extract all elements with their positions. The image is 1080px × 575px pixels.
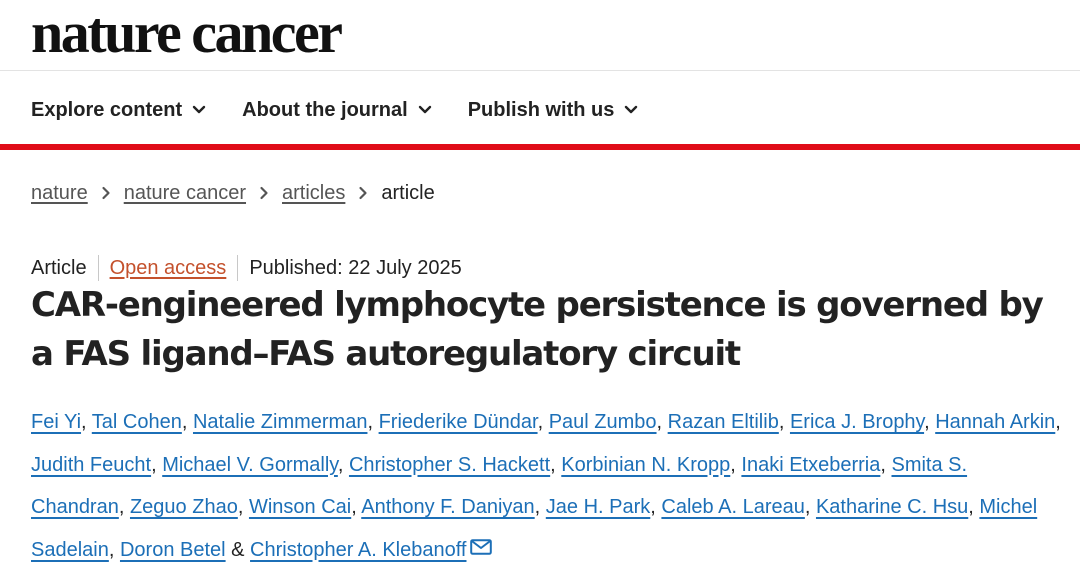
chevron-right-icon [101,186,111,200]
author-separator: & [225,538,251,561]
author-separator: , [237,496,249,518]
chevron-right-icon [259,186,269,200]
published-date: Published: 22 July 2025 [249,256,462,279]
logo-bar: nature cancer [0,0,1080,71]
author-separator: , [924,411,936,433]
author-separator: , [550,453,562,476]
nav-about-the-journal[interactable]: About the journal [242,99,432,122]
author-link[interactable]: Friederike Dündar [379,411,538,433]
accent-rule [0,144,1080,150]
article-meta: Article Open access Published: 22 July 2… [31,254,462,282]
author-link[interactable]: Anthony F. Daniyan [361,496,534,518]
breadcrumb-nature[interactable]: nature [31,182,88,205]
author-separator: , [880,453,892,476]
author-link[interactable]: Tal Cohen [92,411,182,433]
article-title: CAR-engineered lymphocyte persistence is… [31,285,1044,374]
author-separator: , [537,411,549,433]
author-link[interactable]: Korbinian N. Kropp [561,454,730,476]
author-link[interactable]: Fei Yi [31,411,81,433]
author-link[interactable]: Razan Eltilib [668,411,779,433]
meta-divider [237,255,239,281]
breadcrumb-nature-cancer[interactable]: nature cancer [124,182,246,205]
author-separator: , [337,453,349,476]
author-link[interactable]: Michael V. Gormally [162,454,338,476]
author-link[interactable]: Winson Cai [249,496,351,518]
author-separator: , [108,538,120,561]
author-separator: , [367,411,379,433]
author-link[interactable]: Judith Feucht [31,454,151,476]
author-link[interactable]: Natalie Zimmerman [193,411,367,433]
author-separator: , [804,496,816,518]
journal-logo[interactable]: nature cancer [31,3,343,63]
meta-divider [97,255,99,281]
author-link[interactable]: Inaki Etxeberria [741,454,880,476]
author-link[interactable]: Jae H. Park [546,496,650,518]
author-separator: , [968,496,980,518]
article-type: Article [31,256,87,279]
author-separator: , [351,496,362,518]
author-separator: , [81,411,92,433]
author-separator: , [650,496,662,518]
author-link[interactable]: Erica J. Brophy [790,411,924,433]
nav-publish-with-us-label: Publish with us [467,98,615,121]
breadcrumb-current: article [381,181,435,204]
author-link[interactable]: Paul Zumbo [549,411,657,433]
author-separator: , [730,453,742,476]
open-access-link[interactable]: Open access [110,257,227,280]
breadcrumb-articles[interactable]: articles [282,182,345,205]
author-link[interactable]: Zeguo Zhao [130,496,238,518]
author-link[interactable]: Christopher A. Klebanoff [250,539,466,561]
author-separator: , [1055,411,1061,433]
author-separator: , [181,411,193,433]
nav-explore-content-label: Explore content [31,98,183,121]
author-link[interactable]: Caleb A. Lareau [661,496,804,518]
author-separator: , [534,496,546,518]
chevron-down-icon [624,105,638,115]
author-link[interactable]: Hannah Arkin [935,411,1055,433]
author-separator: , [778,411,790,433]
author-link[interactable]: Doron Betel [120,539,226,561]
chevron-down-icon [418,105,432,115]
author-link[interactable]: Christopher S. Hackett [349,454,550,476]
breadcrumb: nature nature cancer articles article [31,179,435,207]
main-nav: Explore content About the journal Publis… [31,90,674,130]
author-list: Fei Yi, Tal Cohen, Natalie Zimmerman, Fr… [31,401,1061,571]
chevron-down-icon [192,105,206,115]
author-separator: , [151,453,163,476]
author-separator: , [118,496,130,518]
author-link[interactable]: Katharine C. Hsu [816,496,968,518]
nav-explore-content[interactable]: Explore content [31,99,206,122]
mail-icon[interactable] [470,538,493,555]
author-separator: , [656,411,668,433]
nav-publish-with-us[interactable]: Publish with us [468,99,639,122]
chevron-right-icon [358,186,368,200]
nav-about-the-journal-label: About the journal [242,98,408,121]
